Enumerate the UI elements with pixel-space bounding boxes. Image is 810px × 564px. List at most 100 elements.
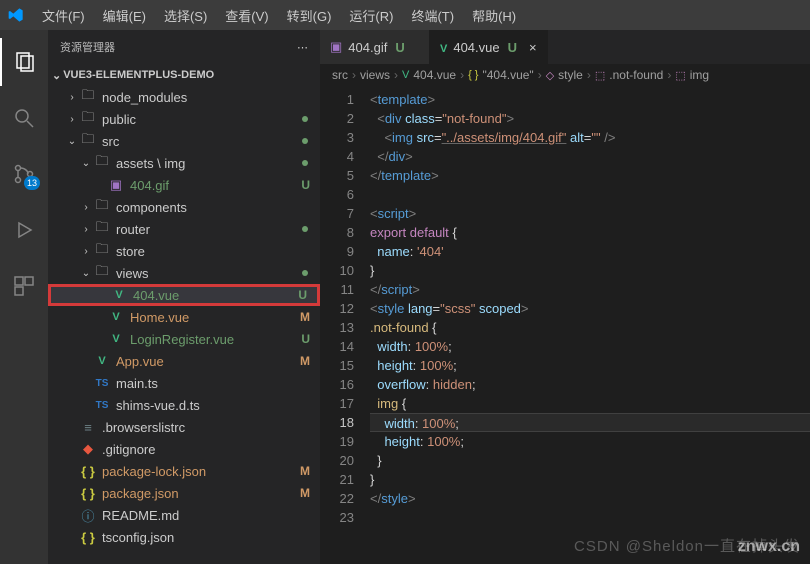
chevron-down-icon: ⌄	[52, 69, 61, 82]
sidebar-more-icon[interactable]: ⋯	[297, 41, 308, 54]
file-label: LoginRegister.vue	[130, 332, 312, 347]
code-line[interactable]: overflow: hidden;	[370, 375, 810, 394]
tree-row[interactable]: ⌄🗀assets \ img	[48, 152, 320, 174]
tree-row[interactable]: ▣404.gifU	[48, 174, 320, 196]
activity-extensions-icon[interactable]	[0, 262, 48, 310]
breadcrumb-item[interactable]: { } "404.vue"	[468, 68, 534, 82]
tree-row[interactable]: ›🗀store	[48, 240, 320, 262]
file-icon: 🗀	[94, 155, 110, 171]
code-line[interactable]: width: 100%;	[370, 337, 810, 356]
code-line[interactable]: </script>	[370, 280, 810, 299]
tab[interactable]: V404.vueU×	[430, 30, 548, 64]
file-tree: ›🗀node_modules›🗀public⌄🗀src⌄🗀assets \ im…	[48, 86, 320, 564]
file-icon: V	[94, 353, 110, 369]
menu-run[interactable]: 运行(R)	[341, 2, 401, 29]
activity-bar: 13	[0, 30, 48, 564]
code-line[interactable]: export default {	[370, 223, 810, 242]
tab[interactable]: ▣404.gifU	[320, 30, 430, 64]
file-label: public	[102, 112, 312, 127]
file-label: .gitignore	[102, 442, 312, 457]
git-dot	[302, 138, 308, 144]
code-line[interactable]: <img src="../assets/img/404.gif" alt="" …	[370, 128, 810, 147]
code-line[interactable]: </div>	[370, 147, 810, 166]
file-label: README.md	[102, 508, 312, 523]
tree-row[interactable]: V404.vueU	[48, 284, 320, 306]
tree-row[interactable]: { }package-lock.jsonM	[48, 460, 320, 482]
tree-row[interactable]: ⌄🗀src	[48, 130, 320, 152]
code-line[interactable]: height: 100%;	[370, 432, 810, 451]
file-icon: ≡	[80, 419, 96, 435]
chevron-icon: ›	[64, 92, 80, 103]
tree-row[interactable]: ›🗀router	[48, 218, 320, 240]
code-line[interactable]: }	[370, 470, 810, 489]
menu-go[interactable]: 转到(G)	[279, 2, 340, 29]
file-icon: 🗀	[94, 221, 110, 237]
tree-row[interactable]: ⌄🗀views	[48, 262, 320, 284]
breadcrumb-item[interactable]: views	[360, 68, 390, 82]
git-status: M	[300, 486, 310, 500]
breadcrumb-item[interactable]: ◇ style	[546, 68, 583, 82]
tree-row[interactable]: TSmain.ts	[48, 372, 320, 394]
code-line[interactable]: </style>	[370, 489, 810, 508]
code-line[interactable]: <template>	[370, 90, 810, 109]
file-icon: ◆	[80, 441, 96, 457]
file-label: .browserslistrc	[102, 420, 312, 435]
breadcrumb[interactable]: src›views›V 404.vue›{ } "404.vue"›◇ styl…	[320, 64, 810, 86]
code-line[interactable]	[370, 185, 810, 204]
menu-terminal[interactable]: 终端(T)	[403, 2, 462, 29]
code-line[interactable]: img {	[370, 394, 810, 413]
activity-scm-icon[interactable]: 13	[0, 150, 48, 198]
git-status: U	[298, 288, 307, 302]
tree-row[interactable]: ›🗀components	[48, 196, 320, 218]
menu-edit[interactable]: 编辑(E)	[95, 2, 154, 29]
code-line[interactable]: <script>	[370, 204, 810, 223]
file-icon: ▣	[330, 39, 342, 55]
chevron-icon: ›	[64, 114, 80, 125]
code-line[interactable]: }	[370, 451, 810, 470]
activity-debug-icon[interactable]	[0, 206, 48, 254]
code-line[interactable]: </template>	[370, 166, 810, 185]
menu-help[interactable]: 帮助(H)	[464, 2, 524, 29]
code-line[interactable]: <style lang="scss" scoped>	[370, 299, 810, 318]
tree-row[interactable]: ›🗀node_modules	[48, 86, 320, 108]
tree-row[interactable]: VLoginRegister.vueU	[48, 328, 320, 350]
code-line[interactable]	[370, 508, 810, 527]
file-label: package-lock.json	[102, 464, 312, 479]
tree-row[interactable]: ◆ .gitignore	[48, 438, 320, 460]
code-line[interactable]: name: '404'	[370, 242, 810, 261]
breadcrumb-item[interactable]: V 404.vue	[402, 68, 456, 82]
explorer-header[interactable]: ⌄ VUE3-ELEMENTPLUS-DEMO	[48, 64, 320, 86]
tree-row[interactable]: VApp.vueM	[48, 350, 320, 372]
activity-explorer-icon[interactable]	[0, 38, 48, 86]
breadcrumb-item[interactable]: ⬚ .not-found	[595, 68, 663, 82]
menu-view[interactable]: 查看(V)	[217, 2, 276, 29]
tree-row[interactable]: { }package.jsonM	[48, 482, 320, 504]
breadcrumb-item[interactable]: src	[332, 68, 348, 82]
file-icon: ▣	[108, 177, 124, 193]
code-content[interactable]: <template> <div class="not-found"> <img …	[370, 86, 810, 564]
tree-row[interactable]: ≡ .browserslistrc	[48, 416, 320, 438]
code-editor[interactable]: 1234567891011121314151617181920212223 <t…	[320, 86, 810, 564]
tree-row[interactable]: TSshims-vue.d.ts	[48, 394, 320, 416]
menu-bar: 文件(F) 编辑(E) 选择(S) 查看(V) 转到(G) 运行(R) 终端(T…	[34, 2, 524, 29]
tree-row[interactable]: ›🗀public	[48, 108, 320, 130]
menu-file[interactable]: 文件(F)	[34, 2, 93, 29]
file-label: assets \ img	[116, 156, 312, 171]
activity-search-icon[interactable]	[0, 94, 48, 142]
code-line[interactable]: height: 100%;	[370, 356, 810, 375]
file-icon: 🗀	[94, 199, 110, 215]
menu-selection[interactable]: 选择(S)	[156, 2, 215, 29]
code-line[interactable]: width: 100%;	[370, 413, 810, 432]
file-icon: V	[108, 331, 124, 347]
code-line[interactable]: <div class="not-found">	[370, 109, 810, 128]
breadcrumb-item[interactable]: ⬚ img	[675, 68, 709, 82]
code-line[interactable]: }	[370, 261, 810, 280]
git-dot	[302, 116, 308, 122]
close-icon[interactable]: ×	[529, 40, 537, 55]
tree-row[interactable]: VHome.vueM	[48, 306, 320, 328]
tree-row[interactable]: ⓘ README.md	[48, 504, 320, 526]
code-line[interactable]: .not-found {	[370, 318, 810, 337]
tree-row[interactable]: { }tsconfig.json	[48, 526, 320, 548]
file-icon: ⓘ	[80, 507, 96, 523]
file-icon: V	[440, 40, 447, 55]
